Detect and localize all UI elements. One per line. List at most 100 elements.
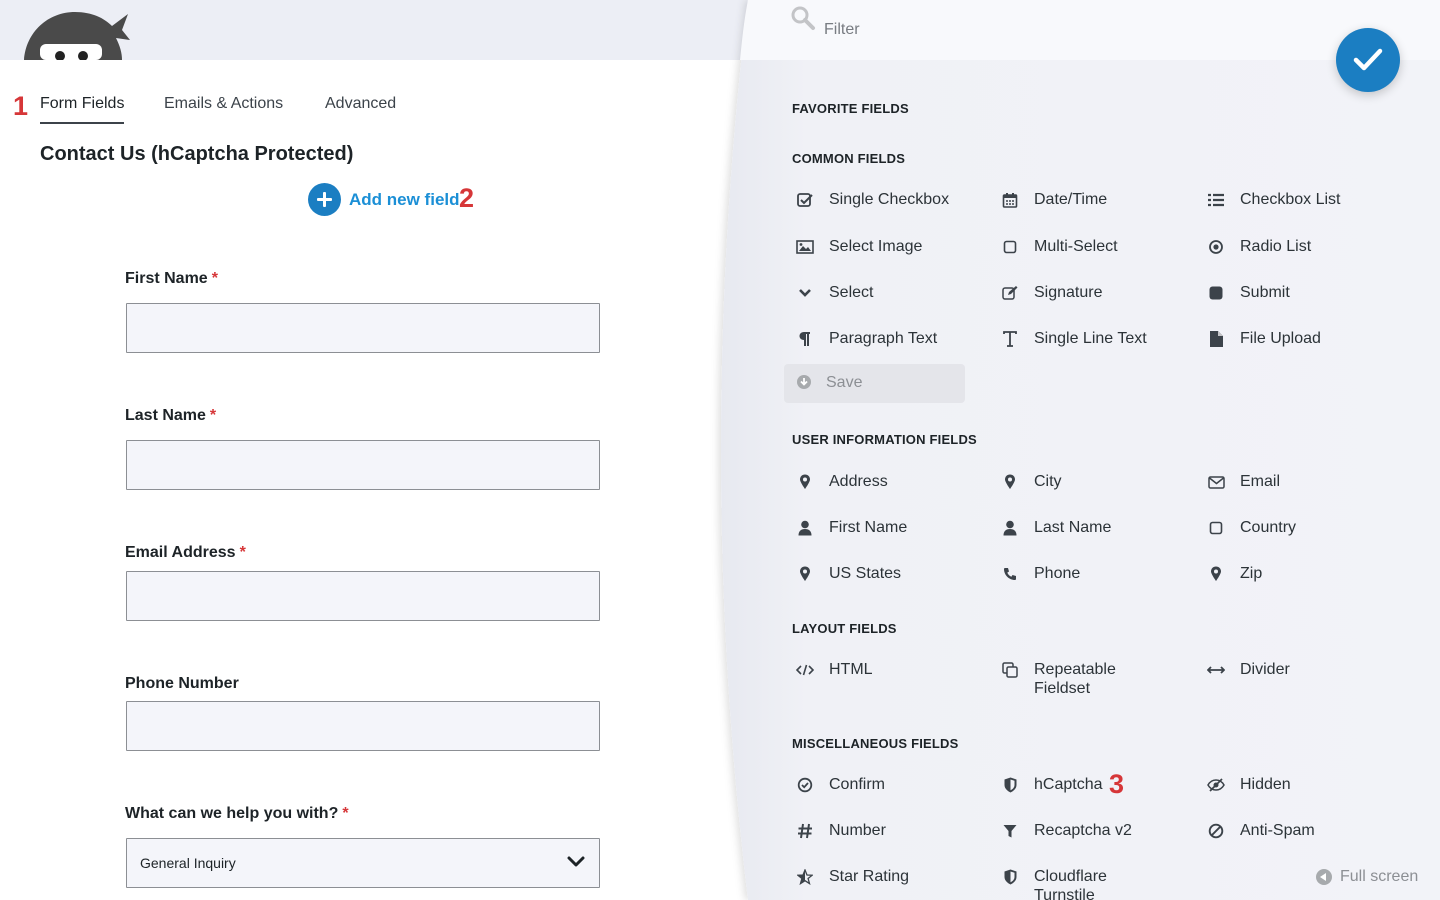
field-multi-select[interactable]: Multi-Select xyxy=(1000,237,1118,257)
field-hidden[interactable]: Hidden xyxy=(1206,775,1291,795)
checkmark-icon xyxy=(1353,48,1383,71)
field-zip[interactable]: Zip xyxy=(1206,564,1262,584)
shield-icon xyxy=(1000,867,1020,887)
annotation-1: 1 xyxy=(13,91,29,121)
field-number[interactable]: Number xyxy=(795,821,886,841)
search-icon xyxy=(790,5,816,36)
field-phone[interactable]: Phone xyxy=(1000,564,1080,584)
section-common-fields: COMMON FIELDS xyxy=(792,151,906,166)
field-anti-spam[interactable]: Anti-Spam xyxy=(1206,821,1315,841)
help-topic-label: What can we help you with? * xyxy=(125,805,349,822)
shield-icon xyxy=(1000,775,1020,795)
field-date-time[interactable]: Date/Time xyxy=(1000,190,1107,210)
map-marker-icon xyxy=(1206,564,1226,584)
first-name-label: First Name * xyxy=(125,270,218,287)
annotation-2: 2 xyxy=(459,183,475,213)
phone-icon xyxy=(1000,564,1020,584)
file-icon xyxy=(1206,329,1226,349)
square-icon xyxy=(1206,518,1226,538)
phone-number-field-box xyxy=(126,701,600,751)
ban-icon xyxy=(1206,821,1226,841)
text-cursor-icon xyxy=(1000,329,1020,349)
envelope-icon xyxy=(1206,472,1226,492)
help-topic-value: General Inquiry xyxy=(140,855,236,871)
last-name-label: Last Name * xyxy=(125,407,217,424)
first-name-field-box xyxy=(126,303,600,353)
field-submit[interactable]: Submit xyxy=(1206,283,1290,303)
field-file-upload[interactable]: File Upload xyxy=(1206,329,1321,349)
field-confirm[interactable]: Confirm xyxy=(795,775,885,795)
field-cloudflare-turnstile[interactable]: Cloudflare Turnstile xyxy=(1000,867,1107,900)
save-circle-icon xyxy=(796,374,812,395)
paragraph-icon xyxy=(795,329,815,349)
section-favorite-fields: FAVORITE FIELDS xyxy=(792,101,909,116)
tab-emails-actions[interactable]: Emails & Actions xyxy=(164,95,283,113)
field-first-name[interactable]: First Name xyxy=(795,518,907,538)
tab-form-fields[interactable]: Form Fields xyxy=(40,95,125,124)
done-button[interactable] xyxy=(1336,28,1400,92)
field-repeatable-fieldset[interactable]: Repeatable Fieldset xyxy=(1000,660,1116,698)
field-html[interactable]: HTML xyxy=(795,660,873,680)
section-layout-fields: LAYOUT FIELDS xyxy=(792,621,897,636)
filter-input[interactable] xyxy=(824,15,1224,45)
filled-square-icon xyxy=(1206,283,1226,303)
last-name-input[interactable] xyxy=(127,441,599,489)
field-select[interactable]: Select xyxy=(795,283,873,303)
list-icon xyxy=(1206,190,1226,210)
chevron-down-icon xyxy=(795,283,815,303)
email-address-field-box xyxy=(126,571,600,621)
field-hcaptcha[interactable]: hCaptcha xyxy=(1000,775,1103,795)
field-recaptcha-v2[interactable]: Recaptcha v2 xyxy=(1000,821,1132,841)
filter-icon xyxy=(1000,821,1020,841)
map-marker-icon xyxy=(795,564,815,584)
plus-circle-icon xyxy=(308,183,341,216)
field-paragraph-text[interactable]: Paragraph Text xyxy=(795,329,937,349)
add-new-field-label: Add new field xyxy=(349,189,460,209)
phone-number-input[interactable] xyxy=(127,702,599,750)
chevron-down-icon xyxy=(567,855,585,871)
star-half-icon xyxy=(795,867,815,887)
field-checkbox-list[interactable]: Checkbox List xyxy=(1206,190,1341,210)
field-email[interactable]: Email xyxy=(1206,472,1280,492)
code-icon xyxy=(795,660,815,680)
arrow-left-circle-icon xyxy=(1316,869,1332,885)
field-save[interactable]: Save xyxy=(784,364,965,403)
field-select-image[interactable]: Select Image xyxy=(795,237,922,257)
full-screen-toggle[interactable]: Full screen xyxy=(1316,868,1418,886)
field-drawer: FAVORITE FIELDS COMMON FIELDS Single Che… xyxy=(740,0,1440,900)
help-topic-select[interactable]: General Inquiry xyxy=(126,838,600,888)
field-last-name[interactable]: Last Name xyxy=(1000,518,1111,538)
phone-number-label: Phone Number xyxy=(125,675,239,692)
field-city[interactable]: City xyxy=(1000,472,1062,492)
section-miscellaneous-fields: MISCELLANEOUS FIELDS xyxy=(792,736,959,751)
tab-advanced[interactable]: Advanced xyxy=(325,95,396,113)
eye-slash-icon xyxy=(1206,775,1226,795)
ninja-logo xyxy=(20,10,130,60)
field-address[interactable]: Address xyxy=(795,472,888,492)
filter-bar xyxy=(790,5,1310,53)
field-country[interactable]: Country xyxy=(1206,518,1296,538)
check-square-icon xyxy=(795,190,815,210)
hashtag-icon xyxy=(795,821,815,841)
last-name-field-box xyxy=(126,440,600,490)
user-icon xyxy=(1000,518,1020,538)
add-new-field-button[interactable]: Add new field xyxy=(308,183,460,216)
field-us-states[interactable]: US States xyxy=(795,564,901,584)
form-title: Contact Us (hCaptcha Protected) xyxy=(40,143,354,165)
map-marker-icon xyxy=(1000,472,1020,492)
field-radio-list[interactable]: Radio List xyxy=(1206,237,1311,257)
square-icon xyxy=(1000,237,1020,257)
annotation-3: 3 xyxy=(1109,769,1125,799)
calendar-icon xyxy=(1000,190,1020,210)
field-single-checkbox[interactable]: Single Checkbox xyxy=(795,190,949,210)
field-single-line-text[interactable]: Single Line Text xyxy=(1000,329,1147,349)
first-name-input[interactable] xyxy=(127,304,599,352)
section-user-information-fields: USER INFORMATION FIELDS xyxy=(792,432,977,447)
image-icon xyxy=(795,237,815,257)
field-star-rating[interactable]: Star Rating xyxy=(795,867,909,887)
field-signature[interactable]: Signature xyxy=(1000,283,1103,303)
map-marker-icon xyxy=(795,472,815,492)
copy-icon xyxy=(1000,660,1020,680)
email-address-input[interactable] xyxy=(127,572,599,620)
field-divider[interactable]: Divider xyxy=(1206,660,1290,680)
